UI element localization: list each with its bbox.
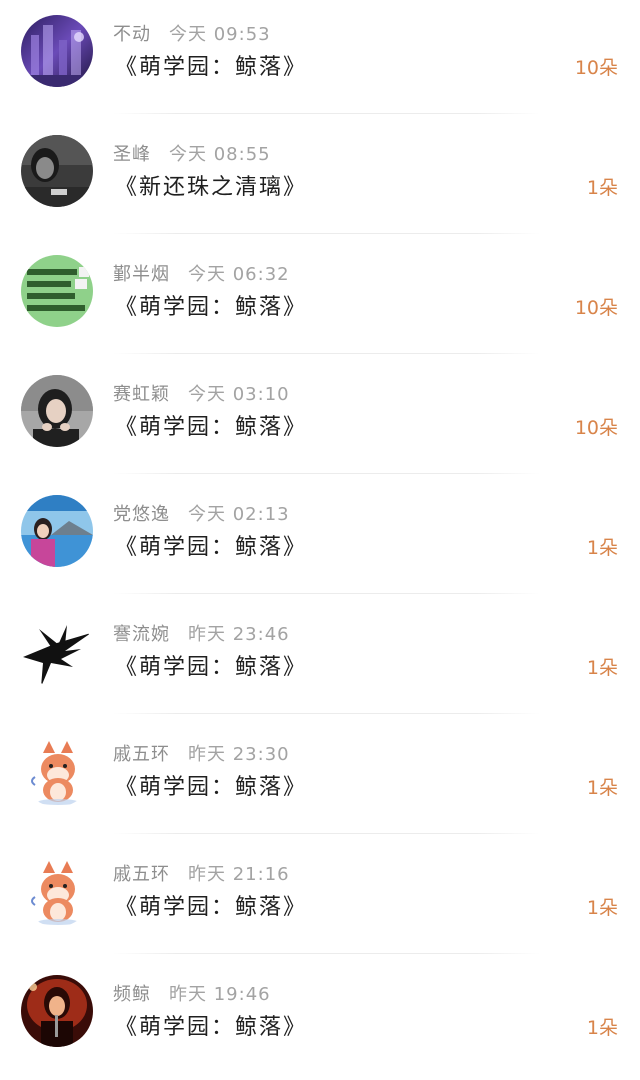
flower-count: 1朵 — [586, 777, 618, 799]
timestamp: 今天 02:13 — [188, 504, 290, 525]
list-item[interactable]: 圣峰 今天 08:55 《新还珠之清璃》 1朵 — [0, 120, 640, 240]
user-name[interactable]: 不动 — [113, 24, 151, 45]
avatar[interactable] — [21, 495, 93, 567]
gift-title[interactable]: 《萌学园：鲸落》 — [115, 892, 307, 924]
flower-count: 10朵 — [574, 297, 618, 319]
divider — [113, 353, 540, 354]
timestamp: 今天 09:53 — [169, 24, 271, 45]
record-meta: 鄞半烟 今天 06:32 — [113, 262, 290, 288]
divider — [113, 833, 540, 834]
gift-record-list: 不动 今天 09:53 《萌学园：鲸落》 10朵 圣峰 今天 08:55 《新还珠之… — [0, 0, 640, 1056]
avatar[interactable] — [21, 15, 93, 87]
purple-night-avatar-icon — [21, 15, 93, 87]
list-item[interactable]: 鄞半烟 今天 06:32 《萌学园：鲸落》 10朵 — [0, 240, 640, 360]
timestamp: 今天 08:55 — [169, 144, 271, 165]
divider — [113, 593, 540, 594]
divider — [113, 713, 540, 714]
list-item[interactable]: 戚五环 昨天 23:30 《萌学园：鲸落》 1朵 — [0, 720, 640, 840]
timestamp: 昨天 23:30 — [188, 744, 290, 765]
record-meta: 戚五环 昨天 21:16 — [113, 862, 290, 888]
record-meta: 频鲸 昨天 19:46 — [113, 982, 271, 1008]
avatar[interactable] — [21, 255, 93, 327]
list-item[interactable]: 不动 今天 09:53 《萌学园：鲸落》 10朵 — [0, 0, 640, 120]
user-name[interactable]: 鄞半烟 — [113, 264, 170, 285]
avatar[interactable] — [21, 375, 93, 447]
gift-title[interactable]: 《萌学园：鲸落》 — [115, 652, 307, 684]
record-meta: 戚五环 昨天 23:30 — [113, 742, 290, 768]
list-item[interactable]: 謇流婉 昨天 23:46 《萌学园：鲸落》 1朵 — [0, 600, 640, 720]
gift-title[interactable]: 《萌学园：鲸落》 — [115, 412, 307, 444]
timestamp: 今天 03:10 — [188, 384, 290, 405]
timestamp: 昨天 23:46 — [188, 624, 290, 645]
flower-count: 10朵 — [574, 417, 618, 439]
record-meta: 謇流婉 昨天 23:46 — [113, 622, 290, 648]
user-name[interactable]: 戚五环 — [113, 864, 170, 885]
divider — [113, 233, 540, 234]
record-meta: 党悠逸 今天 02:13 — [113, 502, 290, 528]
red-concert-avatar-icon — [21, 975, 93, 1047]
user-name[interactable]: 频鲸 — [113, 984, 151, 1005]
timestamp: 今天 06:32 — [188, 264, 290, 285]
avatar[interactable] — [21, 975, 93, 1047]
timestamp: 昨天 19:46 — [169, 984, 271, 1005]
avatar[interactable] — [21, 135, 93, 207]
shiba-dog-avatar-icon — [21, 735, 93, 807]
divider — [113, 113, 540, 114]
flower-count: 1朵 — [586, 897, 618, 919]
green-text-avatar-icon — [21, 255, 93, 327]
gift-title[interactable]: 《新还珠之清璃》 — [115, 172, 307, 204]
avatar[interactable] — [21, 615, 93, 687]
flower-count: 10朵 — [574, 57, 618, 79]
bw-portrait-avatar-icon — [21, 135, 93, 207]
flower-count: 1朵 — [586, 657, 618, 679]
avatar[interactable] — [21, 735, 93, 807]
divider — [113, 473, 540, 474]
gift-title[interactable]: 《萌学园：鲸落》 — [115, 1012, 307, 1044]
record-meta: 圣峰 今天 08:55 — [113, 142, 271, 168]
flower-count: 1朵 — [586, 1017, 618, 1039]
girl-portrait-avatar-icon — [21, 375, 93, 447]
tribal-logo-avatar-icon — [21, 615, 93, 687]
user-name[interactable]: 謇流婉 — [113, 624, 170, 645]
gift-title[interactable]: 《萌学园：鲸落》 — [115, 772, 307, 804]
user-name[interactable]: 党悠逸 — [113, 504, 170, 525]
list-item[interactable]: 戚五环 昨天 21:16 《萌学园：鲸落》 1朵 — [0, 840, 640, 960]
user-name[interactable]: 戚五环 — [113, 744, 170, 765]
flower-count: 1朵 — [586, 177, 618, 199]
shiba-dog-avatar-icon — [21, 855, 93, 927]
timestamp: 昨天 21:16 — [188, 864, 290, 885]
list-item[interactable]: 党悠逸 今天 02:13 《萌学园：鲸落》 1朵 — [0, 480, 640, 600]
record-meta: 赛虹颖 今天 03:10 — [113, 382, 290, 408]
record-meta: 不动 今天 09:53 — [113, 22, 271, 48]
lake-photo-avatar-icon — [21, 495, 93, 567]
divider — [113, 953, 540, 954]
gift-title[interactable]: 《萌学园：鲸落》 — [115, 532, 307, 564]
list-item[interactable]: 赛虹颖 今天 03:10 《萌学园：鲸落》 10朵 — [0, 360, 640, 480]
user-name[interactable]: 赛虹颖 — [113, 384, 170, 405]
gift-title[interactable]: 《萌学园：鲸落》 — [115, 52, 307, 84]
avatar[interactable] — [21, 855, 93, 927]
flower-count: 1朵 — [586, 537, 618, 559]
list-item[interactable]: 频鲸 昨天 19:46 《萌学园：鲸落》 1朵 — [0, 960, 640, 1080]
user-name[interactable]: 圣峰 — [113, 144, 151, 165]
gift-title[interactable]: 《萌学园：鲸落》 — [115, 292, 307, 324]
